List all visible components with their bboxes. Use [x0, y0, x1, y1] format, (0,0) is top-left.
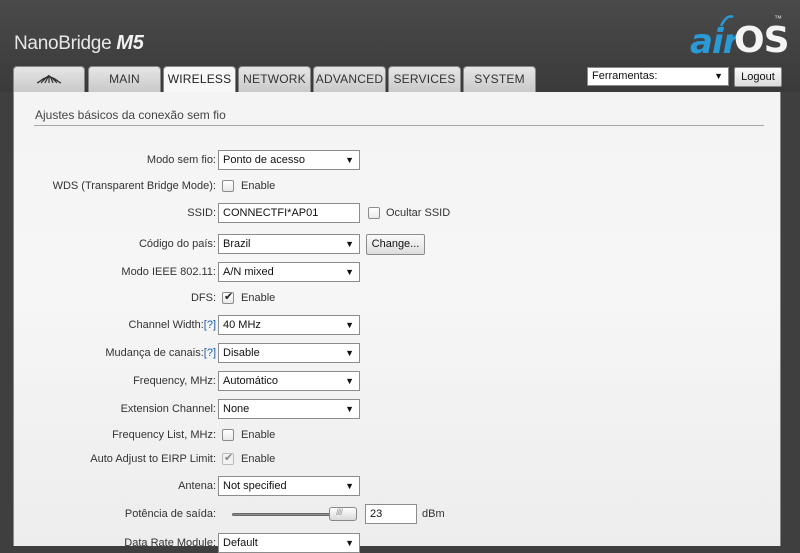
chevron-down-icon: ▼: [345, 320, 354, 330]
wds-checkbox-label: Enable: [241, 180, 276, 192]
logo-air-text: air: [690, 22, 739, 62]
chevron-down-icon: ▼: [345, 538, 354, 548]
extension-channel-select[interactable]: None ▼: [218, 399, 360, 419]
chevron-down-icon: ▼: [345, 376, 354, 386]
chevron-down-icon: ▼: [345, 481, 354, 491]
chevron-down-icon: ▼: [345, 155, 354, 165]
change-country-button[interactable]: Change...: [366, 234, 425, 255]
country-value: Brazil: [223, 238, 251, 250]
row-country: Código do país: Brazil ▼ Change...: [14, 234, 782, 255]
data-rate-module-select[interactable]: Default ▼: [218, 533, 360, 553]
row-wireless-mode: Modo sem fio: Ponto de acesso ▼: [14, 150, 782, 170]
data-rate-module-value: Default: [223, 537, 258, 549]
ieee-mode-select[interactable]: A/N mixed ▼: [218, 262, 360, 282]
ssid-input[interactable]: CONNECTFI*AP01: [218, 203, 360, 223]
channel-width-label: Channel Width:[?]: [129, 315, 216, 335]
tab-main[interactable]: MAIN: [88, 66, 161, 92]
country-label: Código do país:: [138, 238, 216, 250]
channel-width-value: 40 MHz: [223, 319, 261, 331]
logo-tm: ™: [774, 14, 782, 23]
auto-eirp-checkbox[interactable]: [222, 451, 234, 465]
chevron-down-icon: ▼: [345, 348, 354, 358]
tools-select-value: Ferramentas:: [592, 70, 658, 82]
section-title: Ajustes básicos da conexão sem fio: [35, 108, 226, 122]
row-frequency: Frequency, MHz: Automático ▼: [14, 371, 782, 391]
wireless-mode-select[interactable]: Ponto de acesso ▼: [218, 150, 360, 170]
output-power-unit: dBm: [422, 508, 445, 520]
tab-network[interactable]: NETWORK: [238, 66, 311, 92]
frequency-list-checkbox[interactable]: [222, 429, 234, 441]
antenna-label: Antena:: [178, 480, 216, 492]
main-panel: Ajustes básicos da conexão sem fio Modo …: [13, 92, 782, 553]
channel-shifting-label-text: Mudança de canais:: [105, 347, 204, 359]
channel-shifting-label: Mudança de canais:[?]: [105, 343, 216, 363]
data-rate-module-label: Data Rate Module:: [124, 537, 216, 549]
dfs-label: DFS:: [190, 292, 216, 304]
ieee-mode-value: A/N mixed: [223, 266, 274, 278]
auto-eirp-label: Auto Adjust to EIRP Limit:: [90, 453, 216, 465]
hide-ssid-label: Ocultar SSID: [386, 207, 451, 219]
product-name-text: NanoBridge: [14, 33, 112, 54]
chevron-down-icon: ▼: [345, 404, 354, 414]
tab-system[interactable]: SYSTEM: [463, 66, 536, 92]
row-ieee-mode: Modo IEEE 802.11: A/N mixed ▼: [14, 262, 782, 282]
row-channel-width: Channel Width:[?] 40 MHz ▼: [14, 315, 782, 335]
dfs-checkbox-label: Enable: [241, 292, 276, 304]
extension-channel-label: Extension Channel:: [120, 403, 216, 415]
row-extension-channel: Extension Channel: None ▼: [14, 399, 782, 419]
tab-advanced[interactable]: ADVANCED: [313, 66, 386, 92]
row-ssid: SSID: CONNECTFI*AP01 Ocultar SSID: [14, 203, 782, 223]
country-select[interactable]: Brazil ▼: [218, 234, 360, 254]
frequency-select[interactable]: Automático ▼: [218, 371, 360, 391]
ssid-label: SSID:: [187, 207, 216, 219]
section-divider: [34, 125, 764, 126]
output-power-slider-handle[interactable]: [329, 507, 357, 521]
hide-ssid-checkbox[interactable]: [368, 207, 380, 219]
channel-shifting-help-link[interactable]: [?]: [204, 347, 216, 359]
wds-checkbox[interactable]: [222, 180, 234, 192]
output-power-label: Potência de saída:: [124, 508, 216, 520]
auto-eirp-checkbox-label: Enable: [241, 453, 276, 465]
row-frequency-list: Frequency List, MHz: Enable: [14, 425, 782, 445]
row-dfs: DFS: Enable: [14, 288, 782, 308]
ubiquiti-logo-icon: [36, 74, 62, 84]
row-auto-eirp: Auto Adjust to EIRP Limit: Enable: [14, 449, 782, 469]
row-wds: WDS (Transparent Bridge Mode): Enable: [14, 176, 782, 196]
tab-services[interactable]: SERVICES: [388, 66, 461, 92]
chevron-down-icon: ▼: [345, 267, 354, 277]
channel-shifting-select[interactable]: Disable ▼: [218, 343, 360, 363]
wds-label: WDS (Transparent Bridge Mode):: [52, 180, 216, 192]
output-power-input[interactable]: 23: [365, 504, 417, 524]
frequency-value: Automático: [223, 375, 279, 387]
chevron-down-icon: ▼: [714, 71, 723, 81]
channel-width-label-text: Channel Width:: [128, 319, 204, 331]
logout-button[interactable]: Logout: [734, 67, 782, 87]
frequency-list-label: Frequency List, MHz:: [112, 429, 216, 441]
product-name: NanoBridge M5: [14, 32, 144, 55]
wireless-mode-label: Modo sem fio:: [146, 154, 216, 166]
wireless-mode-value: Ponto de acesso: [223, 154, 305, 166]
row-data-rate-module: Data Rate Module: Default ▼: [14, 533, 782, 553]
channel-width-help-link[interactable]: [?]: [204, 319, 216, 331]
channel-shifting-value: Disable: [223, 347, 260, 359]
antenna-select[interactable]: Not specified ▼: [218, 476, 360, 496]
frequency-list-checkbox-label: Enable: [241, 429, 276, 441]
airos-logo: air OS ™: [690, 14, 790, 62]
channel-width-select[interactable]: 40 MHz ▼: [218, 315, 360, 335]
row-channel-shifting: Mudança de canais:[?] Disable ▼: [14, 343, 782, 363]
dfs-checkbox[interactable]: [222, 290, 234, 304]
tab-wireless[interactable]: WIRELESS: [163, 66, 236, 93]
frequency-label: Frequency, MHz:: [133, 375, 216, 387]
row-output-power: Potência de saída: 23 dBm: [14, 504, 782, 524]
tools-select[interactable]: Ferramentas: ▼: [587, 67, 729, 86]
ieee-mode-label: Modo IEEE 802.11:: [121, 266, 216, 278]
row-antenna: Antena: Not specified ▼: [14, 476, 782, 496]
tab-ubnt-logo[interactable]: [13, 66, 85, 92]
logo-os-text: OS: [734, 20, 790, 61]
product-model: M5: [116, 32, 144, 54]
extension-channel-value: None: [223, 403, 250, 415]
chevron-down-icon: ▼: [345, 239, 354, 249]
antenna-value: Not specified: [223, 480, 287, 492]
